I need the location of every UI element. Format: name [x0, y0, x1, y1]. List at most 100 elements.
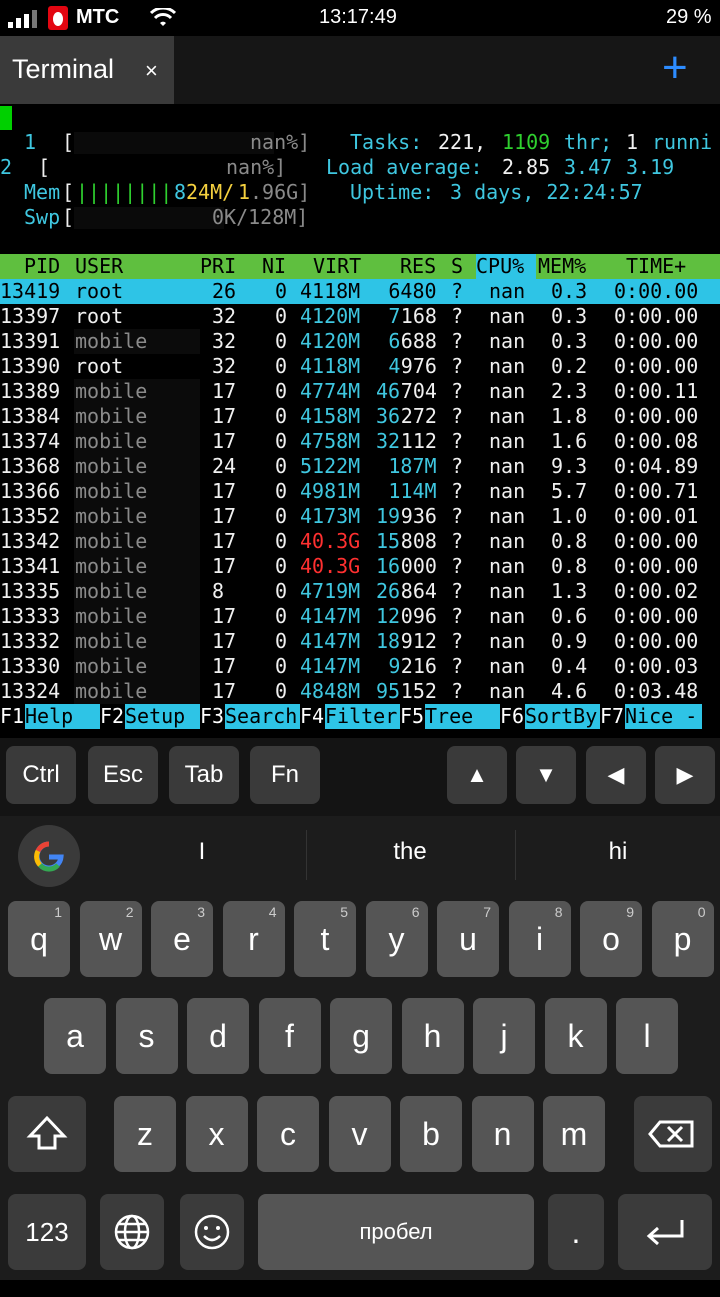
process-row[interactable]: 13341 mobile 17 0 40.3G 16 000? nan 0.8 0:00.00	[0, 554, 720, 579]
arrow-left-key[interactable]: ◀	[586, 746, 646, 804]
cell-time: 0:00.00	[614, 329, 699, 353]
fkey-number[interactable]: F5	[400, 704, 424, 729]
suggestion-2[interactable]: the	[310, 838, 510, 866]
key-a[interactable]: a	[44, 998, 106, 1074]
process-row[interactable]: 13389 mobile 17 0 4774M 46 704? nan 2.3 0:00.11	[0, 379, 720, 404]
key-d[interactable]: d	[187, 998, 249, 1074]
esc-key[interactable]: Esc	[88, 746, 158, 804]
cell-res-a: 15	[376, 529, 401, 553]
key-u[interactable]: u7	[437, 901, 499, 977]
fkey-label[interactable]: Help	[25, 704, 100, 729]
tab-key[interactable]: Tab	[169, 746, 239, 804]
space-key[interactable]: пробел	[258, 1194, 534, 1270]
ctrl-key[interactable]: Ctrl	[6, 746, 76, 804]
key-x[interactable]: x	[185, 1096, 248, 1172]
period-key[interactable]: .	[548, 1194, 604, 1270]
key-f[interactable]: f	[258, 998, 321, 1074]
key-k[interactable]: k	[544, 998, 607, 1074]
col-time[interactable]: TIME+	[626, 254, 686, 279]
key-m[interactable]: m	[543, 1096, 605, 1172]
key-e[interactable]: e3	[151, 901, 213, 977]
process-row[interactable]: 13374 mobile 17 0 4758M 32 112? nan 1.6 0:00.08	[0, 429, 720, 454]
return-key[interactable]	[618, 1194, 712, 1270]
cell-ni: 0	[275, 404, 288, 428]
arrow-up-key[interactable]: ▲	[447, 746, 507, 804]
col-ni[interactable]: NI	[262, 254, 286, 279]
process-row[interactable]: 13366 mobile 17 0 4981M 114M? nan 5.7 0:00.71	[0, 479, 720, 504]
process-row[interactable]: 13352 mobile 17 0 4173M 19 936? nan 1.0 0:00.01	[0, 504, 720, 529]
cell-pid: 13342	[0, 529, 61, 553]
col-pri[interactable]: PRI	[200, 254, 236, 279]
col-state[interactable]: S	[451, 254, 463, 279]
tab-terminal[interactable]: Terminal ×	[0, 36, 174, 104]
emoji-icon[interactable]	[180, 1194, 244, 1270]
process-table-header[interactable]: PID USER PRI NI VIRT RES S CPU% MEM% TIM…	[0, 254, 720, 279]
fkey-label[interactable]: SortBy	[525, 704, 600, 729]
col-user[interactable]: USER	[75, 254, 123, 279]
key-s[interactable]: s	[115, 998, 178, 1074]
key-n[interactable]: n	[471, 1096, 534, 1172]
key-letter: y	[388, 921, 405, 957]
shift-key[interactable]	[8, 1096, 86, 1172]
new-tab-button[interactable]: +	[662, 46, 688, 90]
google-icon[interactable]	[18, 825, 80, 887]
key-g[interactable]: g	[330, 998, 392, 1074]
process-row[interactable]: 13335 mobile 8 0 4719M 26 864? nan 1.3 0:00.02	[0, 579, 720, 604]
fkey-label[interactable]: Filter	[325, 704, 400, 729]
process-row[interactable]: 13332 mobile 17 0 4147M 18 912? nan 0.9 0:00.00	[0, 629, 720, 654]
fn-key[interactable]: Fn	[250, 746, 320, 804]
key-j[interactable]: j	[473, 998, 535, 1074]
col-pid[interactable]: PID	[24, 254, 60, 279]
key-l[interactable]: l	[616, 998, 678, 1074]
cell-user: root	[75, 304, 124, 328]
cell-virt: 4158M	[300, 404, 361, 428]
fkey-number[interactable]: F3	[200, 704, 224, 729]
key-o[interactable]: o9	[580, 901, 642, 977]
process-row[interactable]: 13384 mobile 17 0 4158M 36 272? nan 1.8 0:00.00	[0, 404, 720, 429]
key-q[interactable]: q1	[8, 901, 70, 977]
process-row[interactable]: 13397 root 32 0 4120M 7 168? nan 0.3 0:00.00	[0, 304, 720, 329]
process-row[interactable]: 13330 mobile 17 0 4147M 9 216? nan 0.4 0:00.03	[0, 654, 720, 679]
globe-icon[interactable]	[100, 1194, 164, 1270]
fkey-label[interactable]: Search	[225, 704, 300, 729]
process-row[interactable]: 13333 mobile 17 0 4147M 12 096? nan 0.6 0:00.00	[0, 604, 720, 629]
key-b[interactable]: b	[400, 1096, 462, 1172]
cell-cpu: nan	[489, 454, 526, 478]
process-row[interactable]: 13324 mobile 17 0 4848M 95 152? nan 4.6 0:03.48	[0, 679, 720, 704]
key-v[interactable]: v	[328, 1096, 391, 1172]
fkey-label[interactable]: Setup	[125, 704, 200, 729]
key-w[interactable]: w2	[79, 901, 142, 977]
numbers-key[interactable]: 123	[8, 1194, 86, 1270]
key-c[interactable]: c	[257, 1096, 319, 1172]
col-virt[interactable]: VIRT	[313, 254, 361, 279]
fkey-number[interactable]: F6	[500, 704, 524, 729]
process-row[interactable]: 13368 mobile 24 0 5122M 187M? nan 9.3 0:04.89	[0, 454, 720, 479]
process-row[interactable]: 13391 mobile 32 0 4120M 6 688? nan 0.3 0:00.00	[0, 329, 720, 354]
key-r[interactable]: r4	[222, 901, 285, 977]
process-row[interactable]: 13390 root 32 0 4118M 4 976? nan 0.2 0:00.00	[0, 354, 720, 379]
key-z[interactable]: z	[114, 1096, 176, 1172]
process-row-selected[interactable]: 13419 root 26 0 4118M 6480? nan 0.3 0:00.00	[0, 279, 720, 304]
key-t[interactable]: t5	[294, 901, 356, 977]
process-row[interactable]: 13342 mobile 17 0 40.3G 15 808? nan 0.8 0:00.00	[0, 529, 720, 554]
terminal-screen[interactable]: 1 [ nan%] Tasks: 221, 1109 thr; 1 runni …	[0, 104, 720, 738]
close-icon[interactable]: ×	[145, 58, 158, 84]
arrow-down-key[interactable]: ▼	[516, 746, 576, 804]
fkey-number[interactable]: F7	[600, 704, 624, 729]
fkey-number[interactable]: F2	[100, 704, 124, 729]
suggestion-3[interactable]: hi	[518, 838, 718, 866]
key-y[interactable]: y6	[365, 901, 428, 977]
arrow-right-key[interactable]: ▶	[655, 746, 715, 804]
fkey-label[interactable]: Nice -	[625, 704, 702, 729]
col-mem[interactable]: MEM%	[538, 254, 586, 279]
col-cpu[interactable]: CPU%	[476, 254, 524, 279]
key-h[interactable]: h	[401, 998, 464, 1074]
fkey-label[interactable]: Tree	[425, 704, 500, 729]
fkey-number[interactable]: F1	[0, 704, 24, 729]
key-p[interactable]: p0	[651, 901, 714, 977]
suggestion-1[interactable]: I	[102, 838, 302, 866]
col-res[interactable]: RES	[400, 254, 436, 279]
fkey-number[interactable]: F4	[300, 704, 324, 729]
key-i[interactable]: i8	[508, 901, 571, 977]
backspace-key[interactable]	[634, 1096, 712, 1172]
